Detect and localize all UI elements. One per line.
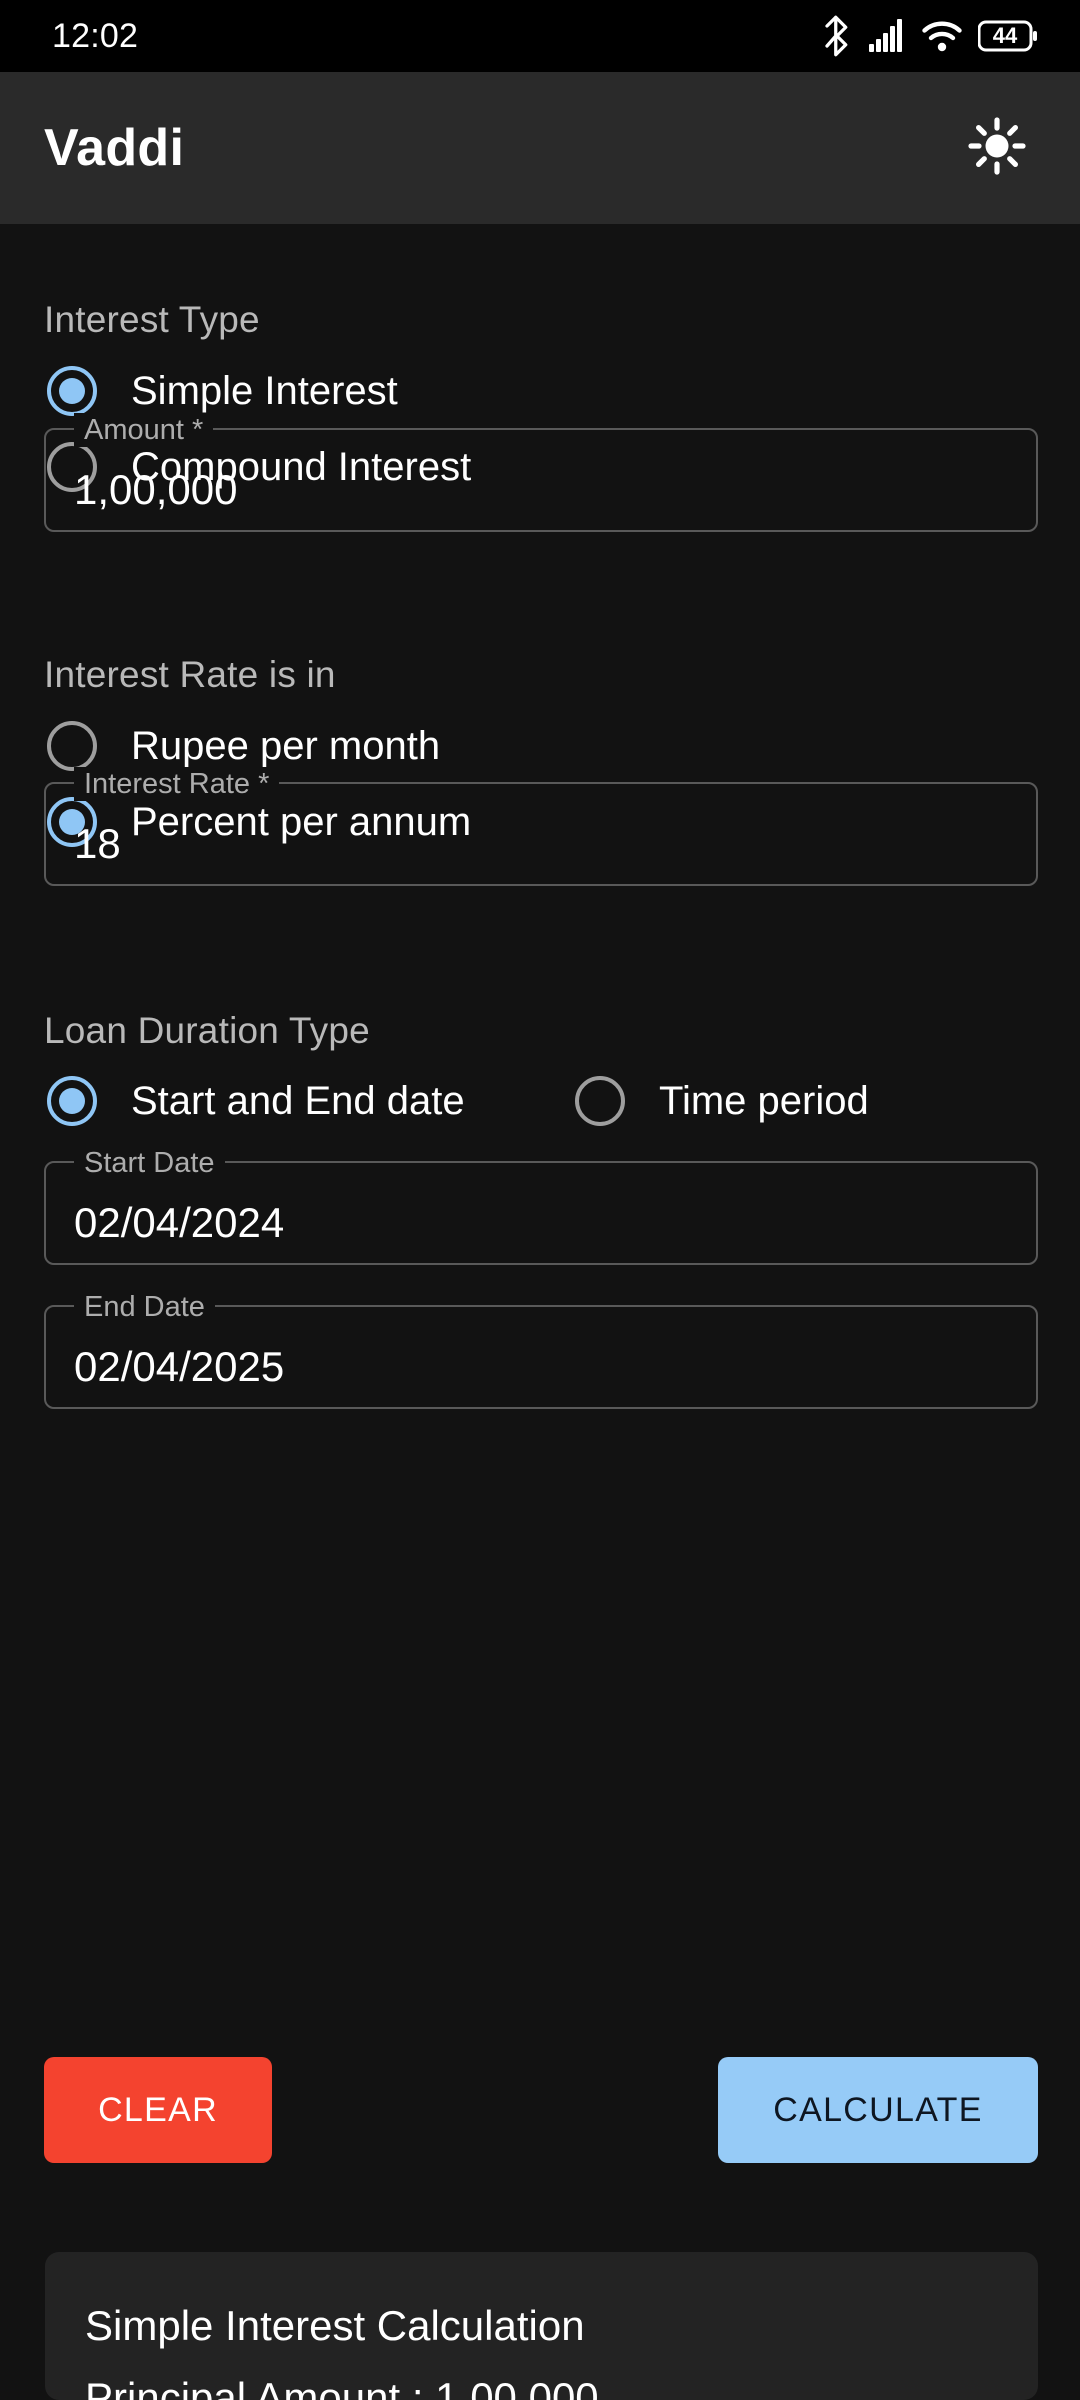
battery-icon: 44 xyxy=(978,20,1040,52)
section-label-loan-duration-type: Loan Duration Type xyxy=(44,1010,370,1051)
interest-rate-field-label: Interest Rate * xyxy=(74,767,280,801)
radio-indicator-simple-interest[interactable] xyxy=(47,366,97,416)
amount-field-outline[interactable]: Amount * 1,00,000 xyxy=(44,413,1038,532)
sun-icon xyxy=(966,115,1028,182)
status-bar-clock: 12:02 xyxy=(52,16,139,55)
end-date-field-label: End Date xyxy=(74,1290,215,1324)
radio-option-start-and-end-date[interactable]: Start and End date xyxy=(47,1069,465,1133)
radio-label-rupee-per-month: Rupee per month xyxy=(131,723,441,768)
clear-button[interactable]: CLEAR xyxy=(44,2057,272,2163)
result-card: Simple Interest Calculation Principal Am… xyxy=(45,2252,1038,2400)
amount-field-label: Amount * xyxy=(74,413,214,447)
bluetooth-icon xyxy=(822,15,852,57)
app-title: Vaddi xyxy=(44,119,185,177)
theme-toggle-button[interactable] xyxy=(960,111,1034,185)
interest-rate-field-value: 18 xyxy=(74,820,121,867)
radio-indicator-time-period[interactable] xyxy=(575,1076,625,1126)
calculate-button[interactable]: CALCULATE xyxy=(718,2057,1038,2163)
radio-label-time-period: Time period xyxy=(659,1078,869,1123)
amount-field-value: 1,00,000 xyxy=(74,466,238,513)
end-date-field-value: 02/04/2025 xyxy=(74,1343,285,1390)
form-content: Interest Type Simple Interest Compound I… xyxy=(0,224,1080,2400)
app-bar: Vaddi xyxy=(0,72,1080,224)
section-label-interest-type: Interest Type xyxy=(44,299,260,340)
start-date-field[interactable]: Start Date 02/04/2024 xyxy=(44,1146,1038,1265)
section-label-interest-rate-unit: Interest Rate is in xyxy=(44,654,336,695)
radio-option-time-period[interactable]: Time period xyxy=(575,1069,869,1133)
app-screen: 12:02 44 Vaddi Interest Type Simple Inte… xyxy=(0,0,1080,2400)
radio-indicator-start-and-end-date[interactable] xyxy=(47,1076,97,1126)
start-date-field-value: 02/04/2024 xyxy=(74,1199,285,1246)
start-date-field-label: Start Date xyxy=(74,1146,225,1180)
status-bar-icons: 44 xyxy=(822,15,1040,57)
result-principal-amount: Principal Amount : 1,00,000 xyxy=(85,2374,599,2400)
status-bar: 12:02 44 xyxy=(0,0,1080,72)
radio-label-start-and-end-date: Start and End date xyxy=(131,1078,465,1123)
result-card-title: Simple Interest Calculation xyxy=(85,2302,585,2349)
battery-level-text: 44 xyxy=(992,23,1018,48)
cellular-signal-icon xyxy=(868,19,906,53)
interest-rate-field[interactable]: Interest Rate * 18 xyxy=(44,767,1038,886)
radio-indicator-rupee-per-month[interactable] xyxy=(47,721,97,771)
wifi-icon xyxy=(922,20,962,52)
radio-label-simple-interest: Simple Interest xyxy=(131,368,398,413)
end-date-field[interactable]: End Date 02/04/2025 xyxy=(44,1290,1038,1409)
